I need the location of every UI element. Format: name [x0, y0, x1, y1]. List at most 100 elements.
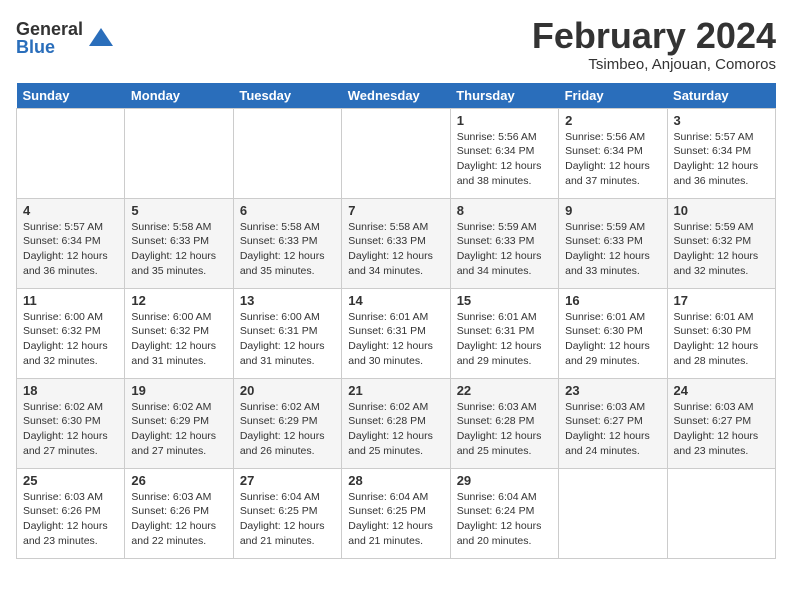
day-number: 23	[565, 383, 660, 398]
title-block: February 2024 Tsimbeo, Anjouan, Comoros	[532, 16, 776, 73]
logo: General Blue	[16, 20, 115, 56]
calendar-cell: 18 Sunrise: 6:02 AMSunset: 6:30 PMDayligh…	[17, 378, 125, 468]
calendar-cell: 2 Sunrise: 5:56 AMSunset: 6:34 PMDaylight…	[559, 108, 667, 198]
calendar-cell: 6 Sunrise: 5:58 AMSunset: 6:33 PMDaylight…	[233, 198, 341, 288]
day-info: Sunrise: 5:59 AMSunset: 6:33 PMDaylight:…	[457, 220, 552, 279]
day-info: Sunrise: 6:02 AMSunset: 6:29 PMDaylight:…	[240, 400, 335, 459]
day-info: Sunrise: 5:59 AMSunset: 6:33 PMDaylight:…	[565, 220, 660, 279]
calendar-week-row: 1 Sunrise: 5:56 AMSunset: 6:34 PMDaylight…	[17, 108, 776, 198]
day-info: Sunrise: 5:56 AMSunset: 6:34 PMDaylight:…	[457, 130, 552, 189]
day-info: Sunrise: 5:58 AMSunset: 6:33 PMDaylight:…	[348, 220, 443, 279]
calendar-cell	[125, 108, 233, 198]
calendar-cell: 23 Sunrise: 6:03 AMSunset: 6:27 PMDayligh…	[559, 378, 667, 468]
day-info: Sunrise: 6:00 AMSunset: 6:32 PMDaylight:…	[131, 310, 226, 369]
day-info: Sunrise: 5:58 AMSunset: 6:33 PMDaylight:…	[131, 220, 226, 279]
calendar-cell: 16 Sunrise: 6:01 AMSunset: 6:30 PMDayligh…	[559, 288, 667, 378]
calendar-week-row: 11Sunrise: 6:00 AMSunset: 6:32 PMDayligh…	[17, 288, 776, 378]
day-info: Sunrise: 6:04 AMSunset: 6:24 PMDaylight:…	[457, 490, 552, 549]
day-info: Sunrise: 6:03 AMSunset: 6:28 PMDaylight:…	[457, 400, 552, 459]
calendar-cell: 11Sunrise: 6:00 AMSunset: 6:32 PMDayligh…	[17, 288, 125, 378]
header-saturday: Saturday	[667, 83, 775, 109]
calendar-cell: 21Sunrise: 6:02 AMSunset: 6:28 PMDayligh…	[342, 378, 450, 468]
day-number: 18	[23, 383, 118, 398]
day-number: 16	[565, 293, 660, 308]
calendar-cell: 19 Sunrise: 6:02 AMSunset: 6:29 PMDayligh…	[125, 378, 233, 468]
day-info: Sunrise: 6:04 AMSunset: 6:25 PMDaylight:…	[240, 490, 335, 549]
day-info: Sunrise: 6:03 AMSunset: 6:26 PMDaylight:…	[131, 490, 226, 549]
day-info: Sunrise: 6:02 AMSunset: 6:29 PMDaylight:…	[131, 400, 226, 459]
day-number: 25	[23, 473, 118, 488]
day-number: 17	[674, 293, 769, 308]
day-info: Sunrise: 5:59 AMSunset: 6:32 PMDaylight:…	[674, 220, 769, 279]
day-number: 1	[457, 113, 552, 128]
calendar-cell: 5 Sunrise: 5:58 AMSunset: 6:33 PMDaylight…	[125, 198, 233, 288]
calendar-cell: 28Sunrise: 6:04 AMSunset: 6:25 PMDayligh…	[342, 468, 450, 558]
day-number: 7	[348, 203, 443, 218]
header-friday: Friday	[559, 83, 667, 109]
day-info: Sunrise: 5:58 AMSunset: 6:33 PMDaylight:…	[240, 220, 335, 279]
day-info: Sunrise: 6:01 AMSunset: 6:30 PMDaylight:…	[674, 310, 769, 369]
day-number: 28	[348, 473, 443, 488]
calendar-cell: 8 Sunrise: 5:59 AMSunset: 6:33 PMDaylight…	[450, 198, 558, 288]
calendar-cell: 3 Sunrise: 5:57 AMSunset: 6:34 PMDaylight…	[667, 108, 775, 198]
logo-blue-text: Blue	[16, 38, 83, 56]
day-info: Sunrise: 6:01 AMSunset: 6:30 PMDaylight:…	[565, 310, 660, 369]
calendar-cell: 24 Sunrise: 6:03 AMSunset: 6:27 PMDayligh…	[667, 378, 775, 468]
day-info: Sunrise: 5:56 AMSunset: 6:34 PMDaylight:…	[565, 130, 660, 189]
day-number: 3	[674, 113, 769, 128]
day-number: 2	[565, 113, 660, 128]
calendar-cell: 22 Sunrise: 6:03 AMSunset: 6:28 PMDayligh…	[450, 378, 558, 468]
day-number: 6	[240, 203, 335, 218]
day-number: 9	[565, 203, 660, 218]
logo-icon	[87, 24, 115, 52]
logo-general-text: General	[16, 20, 83, 38]
day-info: Sunrise: 6:02 AMSunset: 6:30 PMDaylight:…	[23, 400, 118, 459]
day-number: 12	[131, 293, 226, 308]
calendar-cell	[342, 108, 450, 198]
calendar-cell	[667, 468, 775, 558]
day-number: 20	[240, 383, 335, 398]
day-info: Sunrise: 5:57 AMSunset: 6:34 PMDaylight:…	[23, 220, 118, 279]
calendar-cell: 9 Sunrise: 5:59 AMSunset: 6:33 PMDaylight…	[559, 198, 667, 288]
day-info: Sunrise: 6:03 AMSunset: 6:27 PMDaylight:…	[674, 400, 769, 459]
day-number: 26	[131, 473, 226, 488]
calendar-cell: 7 Sunrise: 5:58 AMSunset: 6:33 PMDaylight…	[342, 198, 450, 288]
calendar-cell: 12 Sunrise: 6:00 AMSunset: 6:32 PMDayligh…	[125, 288, 233, 378]
header-monday: Monday	[125, 83, 233, 109]
location: Tsimbeo, Anjouan, Comoros	[532, 56, 776, 73]
day-info: Sunrise: 6:00 AMSunset: 6:31 PMDaylight:…	[240, 310, 335, 369]
calendar-cell: 4 Sunrise: 5:57 AMSunset: 6:34 PMDaylight…	[17, 198, 125, 288]
day-info: Sunrise: 5:57 AMSunset: 6:34 PMDaylight:…	[674, 130, 769, 189]
calendar-table: SundayMondayTuesdayWednesdayThursdayFrid…	[16, 83, 776, 559]
day-number: 29	[457, 473, 552, 488]
calendar-cell: 15Sunrise: 6:01 AMSunset: 6:31 PMDayligh…	[450, 288, 558, 378]
day-number: 13	[240, 293, 335, 308]
header-sunday: Sunday	[17, 83, 125, 109]
day-number: 8	[457, 203, 552, 218]
day-number: 24	[674, 383, 769, 398]
day-info: Sunrise: 6:01 AMSunset: 6:31 PMDaylight:…	[348, 310, 443, 369]
header-thursday: Thursday	[450, 83, 558, 109]
day-number: 10	[674, 203, 769, 218]
calendar-cell: 27Sunrise: 6:04 AMSunset: 6:25 PMDayligh…	[233, 468, 341, 558]
month-title: February 2024	[532, 16, 776, 56]
day-number: 15	[457, 293, 552, 308]
calendar-week-row: 18 Sunrise: 6:02 AMSunset: 6:30 PMDayligh…	[17, 378, 776, 468]
calendar-cell: 10 Sunrise: 5:59 AMSunset: 6:32 PMDayligh…	[667, 198, 775, 288]
calendar-cell: 20 Sunrise: 6:02 AMSunset: 6:29 PMDayligh…	[233, 378, 341, 468]
day-number: 4	[23, 203, 118, 218]
calendar-cell	[17, 108, 125, 198]
calendar-cell: 26 Sunrise: 6:03 AMSunset: 6:26 PMDayligh…	[125, 468, 233, 558]
header-tuesday: Tuesday	[233, 83, 341, 109]
header-wednesday: Wednesday	[342, 83, 450, 109]
calendar-cell: 25 Sunrise: 6:03 AMSunset: 6:26 PMDayligh…	[17, 468, 125, 558]
day-number: 22	[457, 383, 552, 398]
day-info: Sunrise: 6:02 AMSunset: 6:28 PMDaylight:…	[348, 400, 443, 459]
calendar-cell	[233, 108, 341, 198]
day-info: Sunrise: 6:03 AMSunset: 6:26 PMDaylight:…	[23, 490, 118, 549]
day-info: Sunrise: 6:03 AMSunset: 6:27 PMDaylight:…	[565, 400, 660, 459]
day-number: 19	[131, 383, 226, 398]
day-number: 5	[131, 203, 226, 218]
calendar-cell: 29 Sunrise: 6:04 AMSunset: 6:24 PMDayligh…	[450, 468, 558, 558]
calendar-week-row: 4 Sunrise: 5:57 AMSunset: 6:34 PMDaylight…	[17, 198, 776, 288]
